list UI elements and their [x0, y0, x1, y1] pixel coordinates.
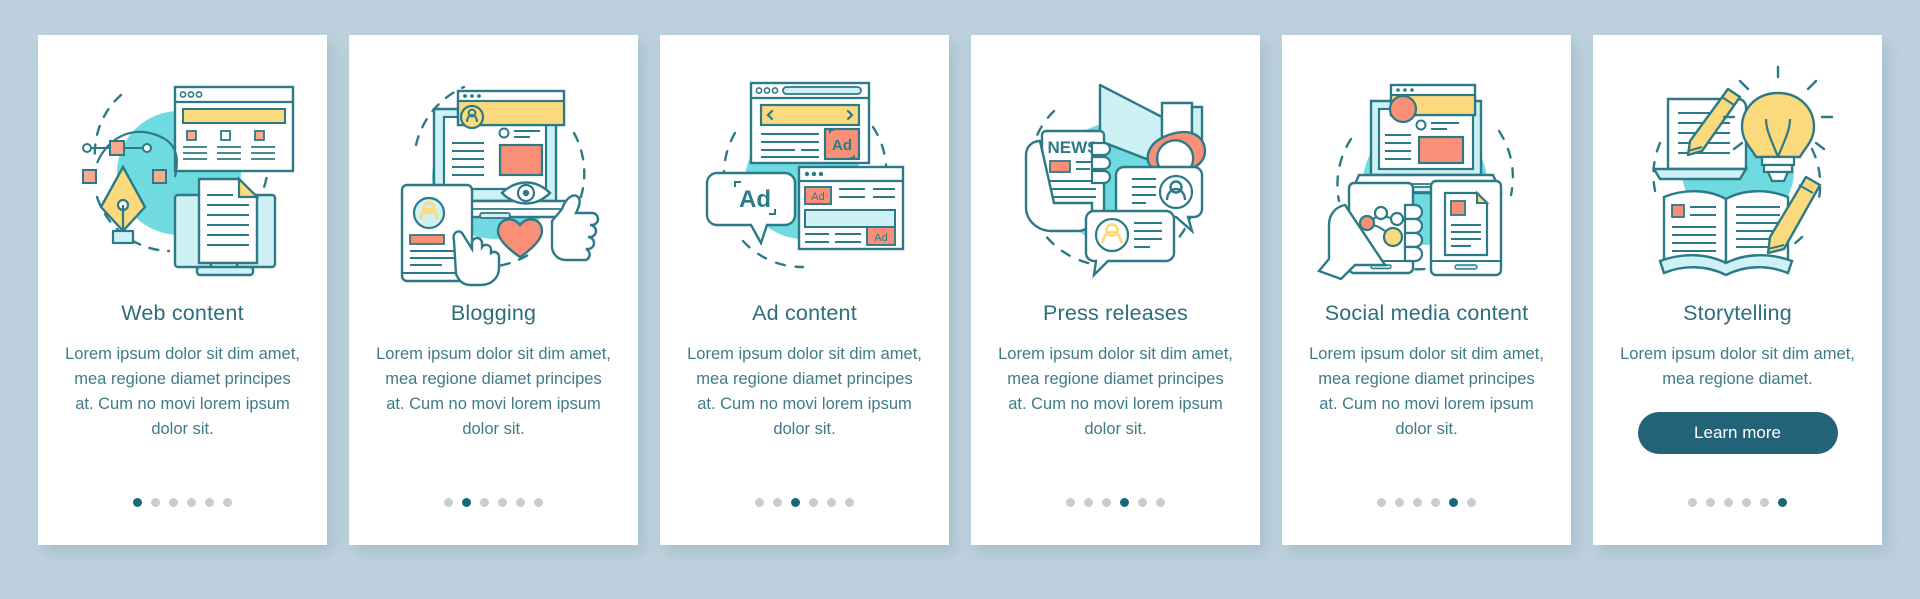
web-content-illustration — [61, 55, 305, 287]
pagination-dot[interactable] — [1413, 498, 1422, 507]
pagination-dot[interactable] — [1377, 498, 1386, 507]
storytelling-illustration — [1616, 55, 1860, 287]
learn-more-button[interactable]: Learn more — [1637, 412, 1838, 454]
onboarding-card-web-content[interactable]: Web content Lorem ipsum dolor sit dim am… — [38, 35, 327, 545]
svg-text:Ad: Ad — [739, 186, 771, 213]
card-description: Lorem ipsum dolor sit dim amet, mea regi… — [687, 345, 922, 438]
pagination-dot[interactable] — [205, 498, 214, 507]
card-description: Lorem ipsum dolor sit dim amet, mea regi… — [998, 345, 1233, 438]
pagination-dot[interactable] — [773, 498, 782, 507]
social-media-illustration — [1305, 55, 1549, 287]
pagination-dot[interactable] — [809, 498, 818, 507]
pagination-dot[interactable] — [1724, 498, 1733, 507]
card-description: Lorem ipsum dolor sit dim amet, mea regi… — [1309, 345, 1544, 438]
pagination-dot[interactable] — [1084, 498, 1093, 507]
pagination-dot[interactable] — [1778, 498, 1787, 507]
blogging-illustration — [372, 55, 616, 287]
pagination-dot[interactable] — [133, 498, 142, 507]
pagination-dot[interactable] — [516, 498, 525, 507]
pagination-dot[interactable] — [498, 498, 507, 507]
pagination-dot[interactable] — [1120, 498, 1129, 507]
svg-text:Ad: Ad — [811, 191, 824, 203]
pagination-dot[interactable] — [791, 498, 800, 507]
card-description: Lorem ipsum dolor sit dim amet, mea regi… — [1620, 345, 1855, 388]
card-title: Social media content — [1324, 301, 1529, 325]
card-title: Storytelling — [1683, 301, 1792, 325]
svg-text:Ad: Ad — [874, 232, 887, 244]
pagination-dots[interactable] — [1282, 498, 1571, 507]
pagination-dots[interactable] — [349, 498, 638, 507]
ad-content-illustration: Ad Ad Ad Ad — [683, 55, 927, 287]
onboarding-card-press-releases[interactable]: NEWS Press releases Lorem ipsum dolor si… — [971, 35, 1260, 545]
card-title: Web content — [121, 301, 244, 325]
pagination-dot[interactable] — [1138, 498, 1147, 507]
press-releases-illustration: NEWS — [994, 55, 1238, 287]
pagination-dot[interactable] — [1449, 498, 1458, 507]
onboarding-screens-board: Web content Lorem ipsum dolor sit dim am… — [0, 0, 1920, 599]
pagination-dot[interactable] — [444, 498, 453, 507]
onboarding-card-ad-content[interactable]: Ad Ad Ad Ad Ad content Lorem ipsum dolor… — [660, 35, 949, 545]
pagination-dots[interactable] — [38, 498, 327, 507]
pagination-dot[interactable] — [223, 498, 232, 507]
pagination-dot[interactable] — [1742, 498, 1751, 507]
pagination-dots[interactable] — [971, 498, 1260, 507]
pagination-dot[interactable] — [187, 498, 196, 507]
pagination-dot[interactable] — [1760, 498, 1769, 507]
pagination-dot[interactable] — [1066, 498, 1075, 507]
pagination-dot[interactable] — [1102, 498, 1111, 507]
card-title: Ad content — [752, 301, 857, 325]
svg-text:NEWS: NEWS — [1047, 138, 1098, 157]
pagination-dots[interactable] — [1593, 498, 1882, 507]
pagination-dot[interactable] — [755, 498, 764, 507]
pagination-dot[interactable] — [1156, 498, 1165, 507]
card-description: Lorem ipsum dolor sit dim amet, mea regi… — [376, 345, 611, 438]
pagination-dot[interactable] — [534, 498, 543, 507]
pagination-dot[interactable] — [480, 498, 489, 507]
card-title: Press releases — [1043, 301, 1188, 325]
pagination-dot[interactable] — [1467, 498, 1476, 507]
svg-text:Ad: Ad — [832, 137, 852, 154]
pagination-dot[interactable] — [827, 498, 836, 507]
pagination-dot[interactable] — [462, 498, 471, 507]
pagination-dot[interactable] — [1706, 498, 1715, 507]
pagination-dots[interactable] — [660, 498, 949, 507]
pagination-dot[interactable] — [169, 498, 178, 507]
pagination-dot[interactable] — [1395, 498, 1404, 507]
card-description: Lorem ipsum dolor sit dim amet, mea regi… — [65, 345, 300, 438]
onboarding-card-storytelling[interactable]: Storytelling Lorem ipsum dolor sit dim a… — [1593, 35, 1882, 545]
onboarding-card-social-media-content[interactable]: Social media content Lorem ipsum dolor s… — [1282, 35, 1571, 545]
pagination-dot[interactable] — [845, 498, 854, 507]
pagination-dot[interactable] — [1688, 498, 1697, 507]
pagination-dot[interactable] — [151, 498, 160, 507]
onboarding-card-blogging[interactable]: Blogging Lorem ipsum dolor sit dim amet,… — [349, 35, 638, 545]
card-title: Blogging — [450, 301, 537, 325]
pagination-dot[interactable] — [1431, 498, 1440, 507]
